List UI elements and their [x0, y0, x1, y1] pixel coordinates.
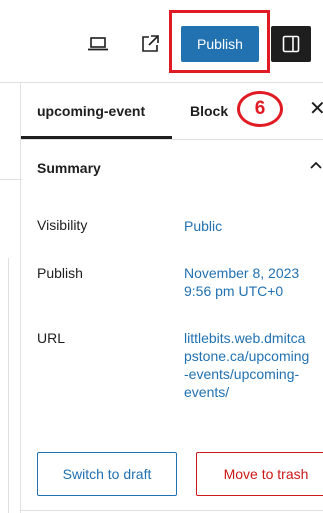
- sidebar-toggle-icon: [282, 35, 300, 53]
- visibility-label: Visibility: [37, 217, 88, 233]
- preview-button[interactable]: [84, 30, 112, 58]
- summary-panel-title[interactable]: Summary: [37, 160, 101, 176]
- tabs-divider: [21, 139, 323, 140]
- settings-toggle-button[interactable]: [271, 26, 311, 62]
- publish-date-label: Publish: [37, 265, 83, 281]
- publish-date-line: November 8, 2023: [184, 265, 300, 281]
- view-post-button[interactable]: [136, 30, 164, 58]
- url-label: URL: [37, 330, 66, 346]
- publish-date-value[interactable]: November 8, 2023 9:56 pm UTC+0: [184, 264, 299, 300]
- step-number-badge: 6: [237, 91, 283, 127]
- chevron-up-icon[interactable]: [309, 158, 323, 172]
- move-to-trash-button[interactable]: Move to trash: [196, 452, 323, 496]
- publish-button[interactable]: Publish: [181, 26, 259, 62]
- tab-post[interactable]: upcoming-event: [21, 83, 172, 139]
- switch-to-draft-button[interactable]: Switch to draft: [37, 452, 177, 496]
- external-link-icon: [142, 35, 159, 52]
- url-value[interactable]: littlebits.web.dmitcapstone.ca/upcoming-…: [184, 329, 312, 401]
- visibility-value[interactable]: Public: [184, 217, 222, 235]
- sidebar-border: [20, 82, 21, 513]
- laptop-icon: [88, 37, 108, 51]
- close-sidebar-button[interactable]: ✕: [309, 97, 323, 121]
- canvas-edge: [8, 258, 9, 513]
- tab-block[interactable]: Block: [190, 83, 228, 139]
- canvas-divider: [0, 179, 22, 180]
- publish-time-line: 9:56 pm UTC+0: [184, 283, 284, 299]
- panel-bottom-divider: [21, 510, 323, 511]
